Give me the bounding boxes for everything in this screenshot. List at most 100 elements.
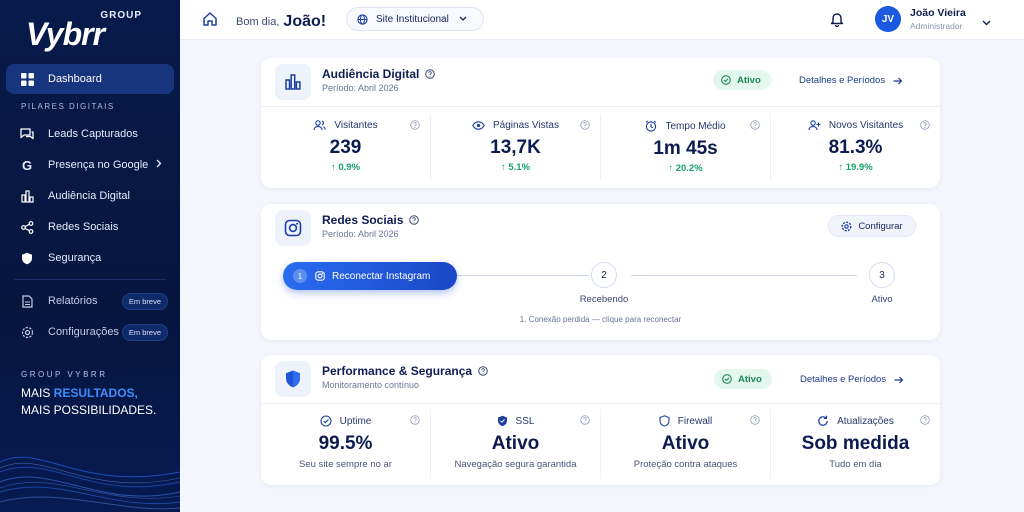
chevron-down-icon (459, 16, 467, 22)
check-circle-icon (722, 374, 732, 384)
site-selector[interactable]: Site Institucional (346, 7, 484, 31)
sidebar-item-dashboard[interactable]: Dashboard (6, 64, 174, 94)
metric-ssl[interactable]: SSL Ativo Navegação segura garantida (431, 409, 601, 479)
sidebar-item-redes[interactable]: Redes Sociais (6, 212, 174, 242)
arrow-right-icon (894, 376, 904, 384)
chevron-down-icon[interactable] (982, 13, 991, 31)
sidebar-item-leads[interactable]: Leads Capturados (6, 119, 174, 149)
reconnect-instagram-button[interactable]: 1 Reconectar Instagram (283, 262, 457, 290)
details-link[interactable]: Detalhes e Períodos (800, 374, 904, 385)
step-3-label: Ativo (871, 294, 893, 305)
help-icon[interactable] (409, 215, 420, 225)
logo-main-text: Vybrr (26, 16, 105, 52)
users-icon (313, 120, 327, 131)
sidebar-item-audiencia[interactable]: Audiência Digital (6, 181, 174, 211)
sidebar-nav: Dashboard PILARES DIGITAIS Leads Captura… (0, 64, 180, 348)
metric-value: 1m 45s (653, 138, 718, 159)
metric-label: Atualizações (837, 415, 894, 427)
site-selector-value: Site Institucional (376, 13, 449, 25)
card-title: Redes Sociais (322, 213, 420, 227)
sidebar-item-seguranca[interactable]: Segurança (6, 243, 174, 273)
instagram-icon (275, 210, 311, 246)
sidebar-item-relatorios[interactable]: Relatórios Em breve (6, 286, 174, 316)
eye-icon (472, 121, 485, 130)
sidebar-divider (14, 279, 166, 280)
nav-section-title: PILARES DIGITAIS (21, 102, 115, 111)
refresh-icon (817, 415, 829, 427)
shield-icon (275, 361, 311, 397)
sidebar-item-configuracoes[interactable]: Configurações Em breve (6, 317, 174, 347)
metric-value: Ativo (491, 433, 540, 454)
help-icon[interactable] (425, 69, 436, 79)
metric-value: 99.5% (318, 433, 373, 454)
coming-soon-badge: Em breve (121, 292, 168, 310)
sidebar-item-label: Audiência Digital (48, 190, 130, 202)
metric-tempo-medio[interactable]: Tempo Médio 1m 45s ↑ 20.2% (601, 114, 771, 180)
help-icon[interactable] (920, 412, 930, 430)
home-icon[interactable] (202, 11, 220, 29)
avatar[interactable]: JV (875, 6, 901, 32)
document-icon (20, 294, 34, 308)
card-divider (261, 403, 940, 404)
metric-label: SSL (515, 415, 535, 427)
dashboard-icon (20, 72, 34, 86)
metric-change: ↑ 0.9% (330, 162, 361, 173)
bar-chart-icon (20, 189, 34, 203)
help-icon[interactable] (478, 366, 488, 376)
sidebar: GROUP Vybrr Dashboard PILARES DIGITAIS L… (0, 0, 180, 512)
user-role: Administrador (910, 21, 963, 31)
help-icon[interactable] (410, 412, 420, 430)
metric-label: Visitantes (334, 120, 378, 131)
google-icon: G (21, 157, 33, 173)
configure-button[interactable]: Configurar (828, 215, 916, 237)
performance-card: Performance & Segurança Monitoramento co… (261, 355, 940, 485)
vybrr-logo[interactable]: GROUP Vybrr (26, 8, 146, 52)
audiencia-card: Audiência Digital Período: Abril 2026 At… (261, 58, 940, 188)
step-connector (457, 275, 589, 276)
logo-group-text: GROUP (100, 10, 142, 21)
help-icon[interactable] (410, 117, 420, 135)
metric-visitantes[interactable]: Visitantes 239 ↑ 0.9% (261, 114, 431, 180)
sidebar-item-label: Relatórios (48, 295, 98, 307)
metric-label: Firewall (677, 415, 713, 427)
metric-label: Novos Visitantes (828, 120, 904, 131)
slogan-line-1: MAIS RESULTADOS, (21, 386, 138, 400)
metric-atualizacoes[interactable]: Atualizações Sob medida Tudo em dia (771, 409, 940, 479)
metric-uptime[interactable]: Uptime 99.5% Seu site sempre no ar (261, 409, 431, 479)
step-connector (631, 275, 857, 276)
greeting: Bom dia, João! (236, 13, 327, 30)
share-icon (20, 220, 34, 234)
greeting-user: João! (283, 13, 327, 30)
metrics-row: Visitantes 239 ↑ 0.9% Páginas Vistas 13,… (261, 114, 940, 180)
step-number: 1 (293, 269, 307, 283)
details-link[interactable]: Detalhes e Períodos (799, 75, 903, 86)
bell-icon[interactable] (830, 11, 844, 32)
sidebar-item-label: Segurança (48, 252, 102, 264)
card-period: Período: Abril 2026 (322, 83, 399, 93)
top-bar: Bom dia, João! Site Institucional JV João… (180, 0, 1024, 40)
sidebar-item-label: Presença no Google (48, 159, 149, 171)
check-circle-icon (721, 75, 731, 85)
help-icon[interactable] (750, 117, 760, 135)
globe-icon (357, 13, 368, 25)
coming-soon-badge: Em breve (121, 323, 168, 341)
instagram-icon (315, 271, 325, 281)
sidebar-item-google[interactable]: G Presença no Google (6, 150, 174, 180)
help-icon[interactable] (750, 412, 760, 430)
metric-paginas-vistas[interactable]: Páginas Vistas 13,7K ↑ 5.1% (431, 114, 601, 180)
status-badge: Ativo (714, 369, 772, 389)
metric-firewall[interactable]: Firewall Ativo Proteção contra ataques (601, 409, 771, 479)
gear-icon (841, 220, 852, 232)
metric-value: Ativo (661, 433, 710, 454)
user-plus-icon (808, 120, 821, 131)
metric-description: Navegação segura garantida (454, 459, 577, 470)
metric-novos-visitantes[interactable]: Novos Visitantes 81.3% ↑ 19.9% (771, 114, 940, 180)
help-icon[interactable] (580, 412, 590, 430)
sidebar-item-label: Leads Capturados (48, 128, 138, 140)
metric-description: Seu site sempre no ar (299, 459, 392, 470)
card-period: Período: Abril 2026 (322, 229, 399, 239)
help-icon[interactable] (920, 117, 930, 135)
card-subtitle: Monitoramento contínuo (322, 380, 420, 390)
help-icon[interactable] (580, 117, 590, 135)
user-name[interactable]: João Vieira (910, 7, 966, 19)
